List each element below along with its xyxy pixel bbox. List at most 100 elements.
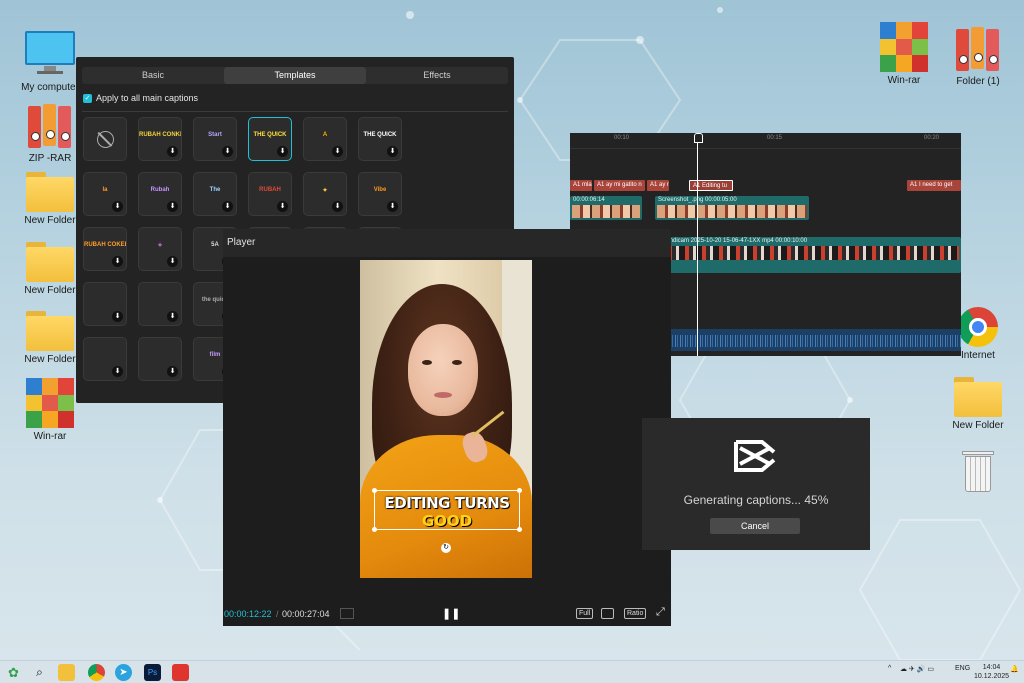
current-time: 00:00:12:22 — [224, 609, 272, 619]
caption-clip[interactable]: A1 mlai — [570, 180, 592, 191]
video-clip[interactable]: 00:00:06:14 — [570, 196, 642, 220]
caption-track: A1 mlai A1 ay mi gatito n A1 ay n A1 Edi… — [570, 180, 961, 191]
chrome-icon — [958, 307, 998, 347]
winrar-icon — [880, 22, 928, 72]
file-explorer-icon[interactable] — [58, 664, 75, 681]
template-preview-text: RUBAH COKELAT — [84, 242, 126, 248]
desktop-icon-new-folder-2[interactable]: New Folder — [17, 242, 83, 296]
caption-template-tile[interactable]: Start ⬇ — [193, 117, 237, 161]
caption-template-tile[interactable]: ⬇ — [138, 282, 182, 326]
caption-tabs: Basic Templates Effects — [82, 67, 508, 84]
desktop-icon-my-computer[interactable]: My computer — [17, 30, 83, 93]
caption-clip-selected[interactable]: A1 Editing tu — [689, 180, 733, 191]
video-preview[interactable]: EDITING TURNS GOOD ↻ — [360, 260, 532, 578]
download-icon[interactable]: ⬇ — [167, 201, 178, 212]
binder-icon — [26, 102, 74, 150]
caption-template-tile[interactable]: A ⬇ — [303, 117, 347, 161]
desktop-icon-zip-rar[interactable]: ZIP -RAR — [17, 102, 83, 164]
chrome-taskbar-icon[interactable] — [88, 664, 105, 681]
desktop-icon-label: New Folder — [24, 285, 76, 296]
download-icon[interactable]: ⬇ — [387, 201, 398, 212]
ruler-tick-label: 00:15 — [767, 135, 783, 141]
desktop-icon-label: Win-rar — [33, 431, 67, 442]
cancel-button[interactable]: Cancel — [710, 518, 800, 534]
fullscreen-icon[interactable]: ⤢ — [656, 606, 665, 619]
download-icon[interactable]: ⬇ — [167, 146, 178, 157]
download-icon[interactable]: ⬇ — [112, 201, 123, 212]
desktop-icon-label: Folder (1) — [956, 76, 1000, 87]
download-icon[interactable]: ⬇ — [167, 256, 178, 267]
folder-icon — [954, 377, 1002, 417]
desktop-icon-folder-1[interactable]: Folder (1) — [945, 25, 1011, 87]
caption-template-tile[interactable]: ✧ ⬇ — [138, 227, 182, 271]
full-button[interactable]: Full — [576, 608, 594, 619]
caption-template-tile[interactable]: ⬇ — [83, 282, 127, 326]
language-indicator[interactable]: ENG — [955, 665, 970, 672]
clock-time: 14:04 — [982, 664, 1001, 671]
caption-template-tile[interactable]: RUBAH ⬇ — [248, 172, 292, 216]
desktop-icon-new-folder-1[interactable]: New Folder — [17, 172, 83, 226]
download-icon[interactable]: ⬇ — [277, 201, 288, 212]
desktop-icon-new-folder-3[interactable]: New Folder — [17, 311, 83, 365]
caption-template-tile[interactable]: THE QUICK ⬇ — [358, 117, 402, 161]
template-preview-text: The — [209, 187, 221, 193]
caption-template-tile[interactable]: THE QUICK ⬇ — [248, 117, 292, 161]
download-icon[interactable]: ⬇ — [387, 146, 398, 157]
taskbar: ✿ ⌕ ➤ Ps ^ ☁ ✈ 🔊 ▭ ENG 14:04 10.12.2025 … — [0, 660, 1024, 683]
tray-icons[interactable]: ☁ ✈ 🔊 ▭ — [900, 665, 934, 673]
ratio-button[interactable]: Ratio — [624, 608, 647, 619]
desktop-icon-recycle-bin[interactable] — [945, 447, 1011, 493]
caption-template-tile[interactable]: ⬇ — [83, 337, 127, 381]
caption-template-tile[interactable]: RUBAH COKELAT ⬇ — [83, 227, 127, 271]
tab-templates[interactable]: Templates — [224, 67, 366, 84]
caption-template-tile[interactable]: ✦ ⬇ — [303, 172, 347, 216]
pause-icon[interactable]: ❚❚ — [442, 607, 460, 620]
search-icon[interactable]: ⌕ — [31, 664, 48, 681]
caption-template-tile[interactable]: RUBAH CONKELAT ⬇ — [138, 117, 182, 161]
playhead[interactable] — [694, 133, 703, 356]
photoshop-icon[interactable]: Ps — [144, 664, 161, 681]
caption-template-tile[interactable]: Rubah ⬇ — [138, 172, 182, 216]
caption-template-tile[interactable]: Vibe ⬇ — [358, 172, 402, 216]
video-clip[interactable]: bandicam 2025-10-20 15-06-47-1XX mp4 00:… — [660, 237, 961, 273]
caption-template-tile[interactable] — [83, 117, 127, 161]
download-icon[interactable]: ⬇ — [112, 366, 123, 377]
folder-icon — [26, 172, 74, 212]
apply-all-checkbox[interactable]: ✓ Apply to all main captions — [83, 93, 198, 103]
video-clip[interactable]: Screenshot_.png 00:00:05:00 — [655, 196, 809, 220]
system-clock[interactable]: 14:04 10.12.2025 — [974, 663, 1009, 681]
screenshot-icon[interactable] — [601, 608, 614, 619]
download-icon[interactable]: ⬇ — [332, 201, 343, 212]
download-icon[interactable]: ⬇ — [332, 146, 343, 157]
download-icon[interactable]: ⬇ — [112, 256, 123, 267]
template-preview-text: RUBAH — [259, 187, 281, 193]
desktop-icon-win-rar[interactable]: Win-rar — [17, 378, 83, 442]
desktop-icon-new-folder-right[interactable]: New Folder — [945, 377, 1011, 431]
desktop-icon-label: Win-rar — [887, 75, 921, 86]
clip-thumbnails — [657, 205, 807, 218]
caption-selection-box[interactable]: EDITING TURNS GOOD — [372, 488, 522, 532]
caption-template-tile[interactable]: ⬇ — [138, 337, 182, 381]
download-icon[interactable]: ⬇ — [112, 311, 123, 322]
notifications-icon[interactable]: 🔔 — [1010, 665, 1019, 673]
rotate-icon[interactable]: ↻ — [441, 543, 451, 553]
download-icon[interactable]: ⬇ — [277, 146, 288, 157]
template-preview-text: Start — [208, 132, 222, 138]
desktop-icon-win-rar-right[interactable]: Win-rar — [871, 22, 937, 86]
caption-clip[interactable]: A1 I need to get — [907, 180, 961, 191]
download-icon[interactable]: ⬇ — [222, 201, 233, 212]
download-icon[interactable]: ⬇ — [222, 146, 233, 157]
tray-chevron-icon[interactable]: ^ — [888, 665, 891, 672]
tab-effects[interactable]: Effects — [366, 67, 508, 84]
download-icon[interactable]: ⬇ — [167, 311, 178, 322]
caption-template-tile[interactable]: la ⬇ — [83, 172, 127, 216]
caption-clip[interactable]: A1 ay mi gatito n — [594, 180, 645, 191]
timeline-grid-icon[interactable] — [340, 608, 354, 619]
app-icon[interactable] — [172, 664, 189, 681]
caption-clip[interactable]: A1 ay n — [647, 180, 669, 191]
download-icon[interactable]: ⬇ — [167, 366, 178, 377]
start-icon[interactable]: ✿ — [5, 664, 22, 681]
tab-basic[interactable]: Basic — [82, 67, 224, 84]
caption-template-tile[interactable]: The ⬇ — [193, 172, 237, 216]
telegram-icon[interactable]: ➤ — [115, 664, 132, 681]
